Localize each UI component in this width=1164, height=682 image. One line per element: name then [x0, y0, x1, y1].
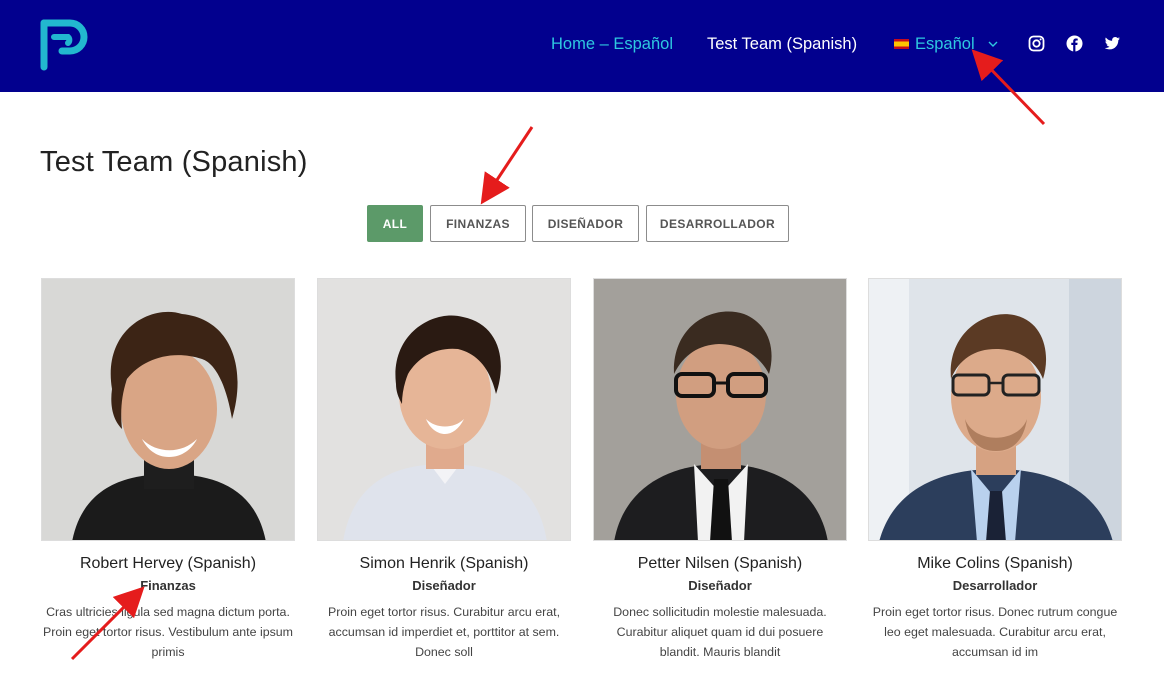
language-label: Español [915, 34, 975, 53]
team-member-card: Petter Nilsen (Spanish) Diseñador Donec … [593, 278, 847, 662]
team-member-role: Finanzas [140, 578, 196, 593]
nav-home-link[interactable]: Home – Español [551, 33, 673, 55]
filter-finanzas-button[interactable]: FINANZAS [430, 205, 526, 242]
team-member-photo [868, 278, 1122, 541]
team-member-photo [593, 278, 847, 541]
team-member-name[interactable]: Robert Hervey (Spanish) [41, 555, 295, 573]
language-switcher[interactable]: Español [894, 33, 999, 55]
site-header: Home – Español Test Team (Spanish) Españ… [0, 0, 1164, 92]
team-member-card: Mike Colins (Spanish) Desarrollador Proi… [868, 278, 1122, 662]
team-member-photo [41, 278, 295, 541]
team-member-name[interactable]: Simon Henrik (Spanish) [317, 555, 571, 573]
team-member-photo [317, 278, 571, 541]
spain-flag-icon [894, 39, 909, 49]
team-member-role: Desarrollador [952, 578, 1038, 593]
filter-all-button[interactable]: ALL [367, 205, 423, 242]
annotation-arrow-icon [480, 126, 534, 205]
team-member-description: Proin eget tortor risus. Donec rutrum co… [872, 605, 1118, 659]
team-member-name[interactable]: Mike Colins (Spanish) [868, 555, 1122, 573]
logo-icon[interactable] [40, 19, 88, 71]
team-member-description: Donec sollicitudin molestie malesuada. C… [613, 605, 827, 659]
chevron-down-icon [988, 41, 998, 47]
team-member-card: Simon Henrik (Spanish) Diseñador Proin e… [317, 278, 571, 662]
team-member-name[interactable]: Petter Nilsen (Spanish) [593, 555, 847, 573]
team-member-description: Cras ultricies ligula sed magna dictum p… [43, 605, 293, 659]
team-member-role: Diseñador [688, 578, 752, 593]
instagram-icon[interactable] [1028, 35, 1045, 52]
filter-disenador-button[interactable]: DISEÑADOR [532, 205, 639, 242]
filter-desarrollador-button[interactable]: DESARROLLADOR [646, 205, 789, 242]
team-member-description: Proin eget tortor risus. Curabitur arcu … [327, 605, 561, 659]
twitter-icon[interactable] [1104, 35, 1121, 52]
team-member-role: Diseñador [412, 578, 476, 593]
page-title: Test Team (Spanish) [40, 146, 308, 178]
nav-team-link[interactable]: Test Team (Spanish) [707, 33, 857, 55]
team-member-card: Robert Hervey (Spanish) Finanzas Cras ul… [41, 278, 295, 662]
facebook-icon[interactable] [1066, 35, 1083, 52]
